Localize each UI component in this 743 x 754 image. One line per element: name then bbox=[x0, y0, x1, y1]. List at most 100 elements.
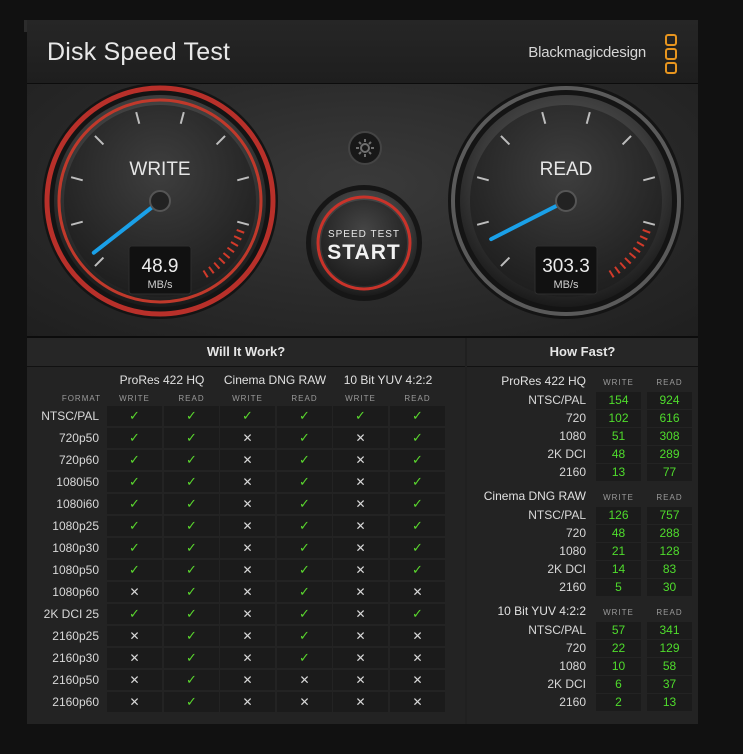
cross-icon: ✕ bbox=[220, 538, 275, 558]
how-fast-format-label: NTSC/PAL bbox=[528, 623, 586, 637]
read-fps-value: 308 bbox=[647, 428, 692, 445]
gauge-panel: WRITE 48.9 MB/s READ 303.3 MB/s SPEED TE… bbox=[27, 84, 698, 338]
read-column-header: READ bbox=[656, 493, 683, 502]
check-icon: ✓ bbox=[277, 560, 332, 580]
check-icon: ✓ bbox=[107, 538, 162, 558]
format-label: 2K DCI 25 bbox=[43, 607, 99, 621]
cross-icon: ✕ bbox=[390, 582, 445, 602]
check-icon: ✓ bbox=[164, 626, 219, 646]
read-speed-value: 303.3 bbox=[542, 256, 590, 277]
read-subheader: READ bbox=[178, 394, 205, 403]
format-label: 1080p25 bbox=[52, 519, 99, 533]
cross-icon: ✕ bbox=[220, 450, 275, 470]
brand-name: Blackmagicdesign bbox=[528, 44, 646, 61]
cross-icon: ✕ bbox=[333, 450, 388, 470]
cross-icon: ✕ bbox=[107, 648, 162, 668]
write-fps-value: 102 bbox=[596, 410, 641, 427]
check-icon: ✓ bbox=[164, 670, 219, 690]
check-icon: ✓ bbox=[277, 406, 332, 426]
check-icon: ✓ bbox=[277, 516, 332, 536]
cross-icon: ✕ bbox=[333, 494, 388, 514]
settings-button[interactable] bbox=[348, 131, 382, 165]
read-fps-value: 13 bbox=[647, 694, 692, 711]
read-fps-value: 616 bbox=[647, 410, 692, 427]
read-subheader: READ bbox=[404, 394, 431, 403]
check-icon: ✓ bbox=[164, 648, 219, 668]
read-fps-value: 58 bbox=[647, 658, 692, 675]
app-title: Disk Speed Test bbox=[47, 38, 231, 66]
format-label: 2160p25 bbox=[52, 629, 99, 643]
cross-icon: ✕ bbox=[220, 516, 275, 536]
check-icon: ✓ bbox=[390, 472, 445, 492]
cross-icon: ✕ bbox=[220, 604, 275, 624]
how-fast-format-label: 720 bbox=[565, 641, 586, 655]
cross-icon: ✕ bbox=[107, 626, 162, 646]
write-fps-value: 13 bbox=[596, 464, 641, 481]
read-gauge: READ 303.3 MB/s bbox=[448, 84, 684, 319]
check-icon: ✓ bbox=[277, 538, 332, 558]
cross-icon: ✕ bbox=[220, 472, 275, 492]
check-icon: ✓ bbox=[164, 406, 219, 426]
how-fast-format-label: NTSC/PAL bbox=[528, 508, 586, 522]
read-fps-value: 288 bbox=[647, 525, 692, 542]
check-icon: ✓ bbox=[390, 604, 445, 624]
check-icon: ✓ bbox=[390, 560, 445, 580]
cross-icon: ✕ bbox=[333, 692, 388, 712]
format-column-header: FORMAT bbox=[61, 394, 101, 403]
check-icon: ✓ bbox=[390, 406, 445, 426]
check-icon: ✓ bbox=[277, 626, 332, 646]
write-fps-value: 5 bbox=[596, 579, 641, 596]
check-icon: ✓ bbox=[164, 604, 219, 624]
write-column-header: WRITE bbox=[603, 608, 634, 617]
check-icon: ✓ bbox=[164, 516, 219, 536]
write-fps-value: 2 bbox=[596, 694, 641, 711]
check-icon: ✓ bbox=[164, 428, 219, 448]
cross-icon: ✕ bbox=[390, 670, 445, 690]
cross-icon: ✕ bbox=[107, 670, 162, 690]
how-fast-codec-label: Cinema DNG RAW bbox=[483, 489, 586, 503]
cross-icon: ✕ bbox=[220, 670, 275, 690]
format-label: 2160p30 bbox=[52, 651, 99, 665]
speed-test-start-button[interactable]: SPEED TEST START bbox=[306, 185, 422, 301]
check-icon: ✓ bbox=[164, 560, 219, 580]
how-fast-codec-label: ProRes 422 HQ bbox=[501, 374, 586, 388]
write-gauge-label: WRITE bbox=[129, 159, 190, 180]
cross-icon: ✕ bbox=[277, 670, 332, 690]
format-label: 1080p50 bbox=[52, 563, 99, 577]
write-column-header: WRITE bbox=[603, 493, 634, 502]
how-fast-format-label: 2K DCI bbox=[547, 447, 586, 461]
check-icon: ✓ bbox=[164, 538, 219, 558]
cross-icon: ✕ bbox=[220, 560, 275, 580]
check-icon: ✓ bbox=[390, 538, 445, 558]
cross-icon: ✕ bbox=[333, 582, 388, 602]
write-gauge: WRITE 48.9 MB/s bbox=[42, 84, 278, 319]
will-it-work-panel: Will It Work? ProRes 422 HQ WRITE READ Cine… bbox=[27, 338, 465, 724]
write-fps-value: 154 bbox=[596, 392, 641, 409]
how-fast-format-label: 720 bbox=[565, 411, 586, 425]
read-column-header: READ bbox=[656, 378, 683, 387]
write-speed-value: 48.9 bbox=[142, 256, 179, 277]
check-icon: ✓ bbox=[277, 494, 332, 514]
how-fast-format-label: 2160 bbox=[559, 695, 586, 709]
read-fps-value: 924 bbox=[647, 392, 692, 409]
check-icon: ✓ bbox=[390, 494, 445, 514]
title-bar: Disk Speed Test Blackmagicdesign bbox=[27, 20, 698, 84]
format-label: 1080i60 bbox=[56, 497, 99, 511]
check-icon: ✓ bbox=[277, 450, 332, 470]
cross-icon: ✕ bbox=[277, 692, 332, 712]
cross-icon: ✕ bbox=[220, 428, 275, 448]
write-fps-value: 57 bbox=[596, 622, 641, 639]
how-fast-format-label: 2160 bbox=[559, 465, 586, 479]
write-fps-value: 48 bbox=[596, 446, 641, 463]
check-icon: ✓ bbox=[107, 560, 162, 580]
codec-column-header: 10 Bit YUV 4:2:2 bbox=[343, 373, 433, 387]
read-speed-unit: MB/s bbox=[553, 279, 579, 291]
cross-icon: ✕ bbox=[333, 560, 388, 580]
read-fps-value: 83 bbox=[647, 561, 692, 578]
format-label: 1080p30 bbox=[52, 541, 99, 555]
gauges-svg: WRITE 48.9 MB/s READ 303.3 MB/s SPEED TE… bbox=[42, 84, 684, 319]
format-label: 720p50 bbox=[58, 431, 99, 445]
how-fast-format-label: 2160 bbox=[559, 580, 586, 594]
check-icon: ✓ bbox=[164, 582, 219, 602]
write-subheader: WRITE bbox=[232, 394, 263, 403]
